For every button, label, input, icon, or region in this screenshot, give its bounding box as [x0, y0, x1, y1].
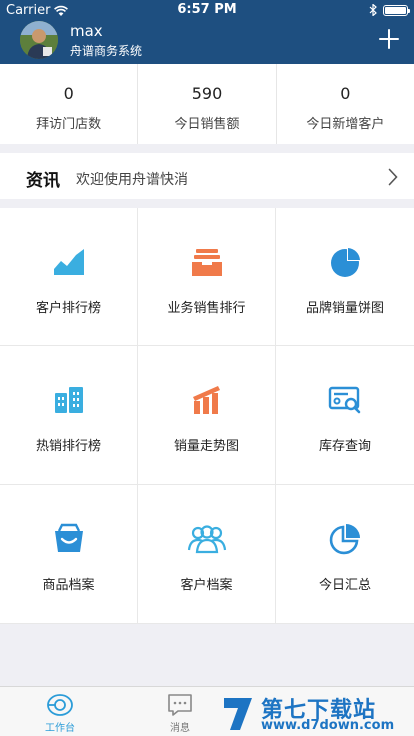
menu-staff-sales-ranking[interactable]: 业务销售排行: [138, 208, 276, 346]
trend-bar-icon: [192, 386, 220, 414]
site-watermark: 第七下载站 www.d7down.com: [216, 690, 414, 736]
organization-name: 舟谱商务系统: [70, 44, 143, 58]
menu-inventory-query[interactable]: 库存查询: [276, 346, 414, 485]
stat-label: 拜访门店数: [36, 117, 102, 132]
news-text: 欢迎使用舟谱快消: [76, 172, 188, 188]
stat-new-customers[interactable]: 0 今日新增客户: [277, 64, 414, 144]
summary-pie-icon: [329, 524, 360, 555]
news-bar[interactable]: 资讯 欢迎使用舟谱快消: [0, 153, 414, 199]
menu-today-summary[interactable]: 今日汇总: [276, 485, 414, 624]
menu-product-archive[interactable]: 商品档案: [0, 485, 138, 624]
tab-label: 工作台: [45, 723, 75, 734]
menu-label: 业务销售排行: [167, 301, 246, 316]
inventory-search-icon: [328, 386, 361, 414]
stat-visits[interactable]: 0 拜访门店数: [0, 64, 139, 144]
people-icon: [187, 525, 226, 554]
menu-label: 品牌销量饼图: [305, 301, 384, 316]
menu-label: 客户档案: [180, 578, 233, 593]
battery-icon: [383, 4, 410, 16]
menu-label: 商品档案: [42, 578, 95, 593]
pie-chart-icon: [331, 247, 361, 277]
stat-value: 590: [191, 84, 223, 103]
basket-icon: [54, 523, 83, 552]
user-name: max: [70, 22, 103, 40]
menu-customer-ranking[interactable]: 客户排行榜: [0, 208, 138, 346]
stat-value: 0: [340, 84, 351, 103]
clock: 6:57 PM: [177, 2, 237, 17]
avatar[interactable]: [20, 21, 58, 59]
workbench-icon: [47, 694, 73, 716]
plus-icon[interactable]: [378, 28, 400, 50]
watermark-url: www.d7down.com: [261, 718, 395, 733]
watermark-logo-icon: [224, 698, 252, 730]
message-icon: [168, 694, 192, 716]
tab-workbench[interactable]: 工作台: [0, 687, 120, 736]
bluetooth-icon: [369, 4, 377, 16]
building-icon: [54, 387, 83, 413]
area-chart-icon: [53, 249, 84, 275]
stat-label: 今日销售额: [174, 117, 240, 132]
menu-sales-trend[interactable]: 销量走势图: [138, 346, 276, 485]
stat-value: 0: [63, 84, 74, 103]
stat-sales[interactable]: 590 今日销售额: [138, 64, 277, 144]
app-header: Carrier 6:57 PM max 舟谱商务系统: [0, 0, 414, 64]
menu-label: 库存查询: [318, 439, 371, 454]
status-bar: Carrier 6:57 PM: [0, 0, 414, 20]
stat-label: 今日新增客户: [306, 117, 385, 132]
menu-hot-sales-ranking[interactable]: 热销排行榜: [0, 346, 138, 485]
menu-label: 销量走势图: [173, 439, 239, 454]
menu-brand-pie[interactable]: 品牌销量饼图: [276, 208, 414, 346]
menu-label: 今日汇总: [318, 578, 371, 593]
news-title: 资讯: [26, 171, 60, 191]
menu-customer-archive[interactable]: 客户档案: [138, 485, 276, 624]
menu-label: 客户排行榜: [35, 301, 101, 316]
tray-icon: [191, 249, 222, 276]
function-grid: 客户排行榜 业务销售排行 品牌销量饼图 热销排行榜 销量走势图 库存查询 商品档…: [0, 208, 414, 624]
chevron-right-icon: [388, 168, 398, 186]
stats-panel: 0 拜访门店数 590 今日销售额 0 今日新增客户: [0, 64, 414, 144]
user-photo: [20, 21, 58, 59]
menu-label: 热销排行榜: [35, 439, 101, 454]
